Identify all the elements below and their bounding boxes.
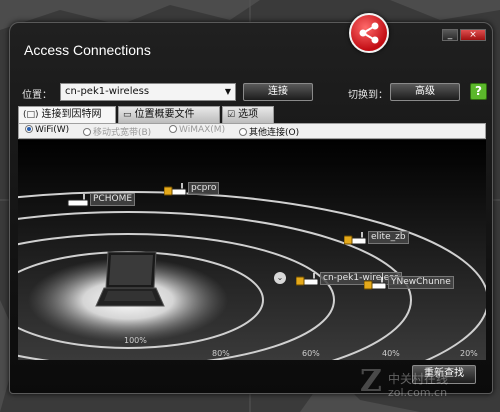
expand-chevron-icon[interactable]: ⌄ [274, 272, 286, 284]
radio-wifi[interactable]: WiFi(W) [25, 125, 69, 135]
help-icon[interactable]: ? [470, 83, 487, 100]
access-point-name: PCHOME [90, 193, 136, 206]
radio-wimax[interactable]: WiMAX(M) [169, 125, 225, 135]
tab-label: 位置概要文件 [134, 109, 195, 120]
signal-map: PCHOME pcpro elite_zb cn-pek1-wireless Y… [18, 140, 486, 360]
location-select[interactable]: cn-pek1-wireless ▼ [60, 83, 236, 101]
title-bar: Access Connections _ × [10, 13, 492, 63]
watermark-url: zol.com.cn [388, 386, 448, 399]
signal-ring-label: 40% [382, 349, 400, 358]
zol-watermark: Z 中关村在线 zol.com.cn [360, 364, 492, 408]
access-connections-logo [349, 13, 389, 53]
access-point-name: elite_zb [368, 231, 409, 244]
router-icon [67, 194, 89, 207]
advanced-button[interactable]: 高级 [390, 83, 460, 101]
close-button[interactable]: × [460, 29, 486, 41]
tab-connect-internet[interactable]: (□) 连接到因特网 [18, 106, 116, 123]
share-icon [359, 22, 379, 44]
access-point-name: pcpro [188, 182, 220, 195]
chevron-down-icon: ▼ [224, 87, 231, 96]
signal-ring-label: 20% [460, 349, 478, 358]
access-point-name: YNewChunne [388, 276, 454, 289]
router-icon [164, 183, 187, 196]
radio-other-connection[interactable]: 其他连接(O) [239, 125, 299, 138]
tab-label: 选项 [238, 109, 259, 120]
signal-ring-label: 80% [212, 349, 230, 358]
access-connections-window: Access Connections _ × 位置： cn-pek1-wirel… [9, 13, 493, 394]
router-icon [364, 277, 387, 290]
location-select-value: cn-pek1-wireless [65, 86, 150, 97]
tab-location-profiles[interactable]: ▭ 位置概要文件 [118, 106, 220, 123]
watermark-text: 中关村在线 [388, 372, 449, 386]
radio-mobile-broadband[interactable]: 移动式宽带(B) [83, 125, 151, 138]
signal-ring-label: 100% [124, 336, 147, 345]
signal-ring-label: 60% [302, 349, 320, 358]
router-icon [296, 273, 319, 286]
tab-label: 连接到因特网 [41, 109, 102, 120]
router-icon [344, 232, 367, 245]
tab-options[interactable]: ☑ 选项 [222, 106, 274, 123]
location-label: 位置： [22, 90, 52, 101]
checkbox-icon: ☑ [227, 110, 236, 120]
connect-button[interactable]: 连接 [243, 83, 313, 101]
monitor-icon: (□) [23, 110, 39, 120]
minimize-button[interactable]: _ [442, 29, 458, 41]
location-row: 位置： cn-pek1-wireless ▼ 连接 切换到： 高级 ? [22, 83, 487, 103]
connection-type-bar: WiFi(W) 移动式宽带(B) WiMAX(M) 其他连接(O) [18, 123, 486, 139]
signal-rings [18, 140, 486, 360]
profile-icon: ▭ [123, 110, 132, 120]
window-title: Access Connections [24, 42, 151, 58]
watermark-logo: Z [360, 364, 382, 399]
switch-to-label: 切换到： [348, 90, 388, 101]
